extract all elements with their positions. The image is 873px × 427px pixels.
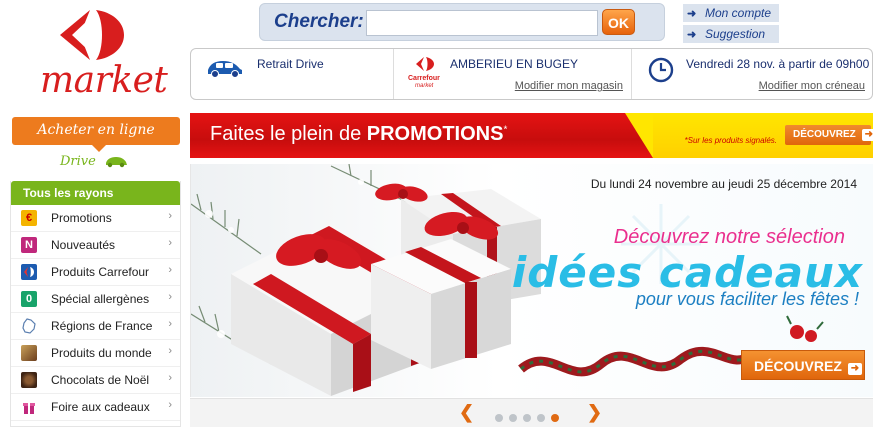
carrefour-small-logo-icon [416,57,434,71]
category-monde[interactable]: Produits du monde › [11,340,180,367]
gift-icon [21,399,37,415]
store-info-bar: Retrait Drive Carrefour market AMBERIEU … [190,48,873,100]
quick-links: ➜ Mon compte ➜ Suggestion [683,4,779,46]
euro-icon: € [21,210,37,226]
carousel-dot[interactable] [537,414,545,422]
chocolate-icon [21,372,37,388]
suggestion-label: Suggestion [705,27,766,41]
promo-bold: PROMOTIONS [366,123,504,145]
category-label: Foire aux cadeaux [51,400,150,414]
hero-slide[interactable]: Du lundi 24 novembre au jeudi 25 décembr… [190,164,873,397]
category-nouveautes[interactable]: N Nouveautés › [11,232,180,259]
promo-asterisk: * [503,124,508,136]
category-label: Produits du monde [51,346,152,360]
carousel-dot[interactable] [509,414,517,422]
store-name: AMBERIEU EN BUGEY [450,57,579,71]
category-label: Régions de France [51,319,153,333]
chevron-right-icon[interactable]: ❯ [587,402,602,423]
arrow-right-icon: ➜ [861,129,873,141]
world-products-icon [21,345,37,361]
arrow-right-icon: ➜ [847,363,862,375]
clock-icon [648,57,674,83]
change-slot-link[interactable]: Modifier mon créneau [759,80,865,92]
chevron-right-icon: › [168,345,172,357]
categories-header: Tous les rayons [11,181,180,205]
hero-discover-button[interactable]: DÉCOUVREZ ➜ [741,350,865,380]
store-info: Carrefour market AMBERIEU EN BUGEY Modif… [393,49,631,99]
chevron-right-icon: › [168,318,172,330]
allergen-icon: 0 [21,291,37,307]
hero-button-label: DÉCOUVREZ [754,358,842,374]
category-regions[interactable]: Régions de France › [11,313,180,340]
carrefour-market-logo[interactable]: market [0,0,185,110]
category-cadeaux[interactable]: Foire aux cadeaux › [11,394,180,421]
carousel-nav: ❮ ❯ [190,398,873,427]
carousel-dot[interactable] [495,414,503,422]
category-produits-carrefour[interactable]: Produits Carrefour › [11,259,180,286]
buy-online-tab[interactable]: Acheter en ligne [12,117,180,152]
drive-link[interactable]: Drive [60,154,128,169]
arrow-right-icon: ➜ [687,29,697,41]
search-label: Chercher: [274,11,364,32]
promo-discover-button[interactable]: DÉCOUVREZ ➜ [785,125,873,145]
hero-line1: Découvrez notre sélection [613,226,845,248]
category-label: Spécial allergènes [51,292,150,306]
category-promotions[interactable]: € Promotions › [11,205,180,232]
chevron-right-icon: › [168,291,172,303]
chevron-left-icon[interactable]: ❮ [459,402,474,423]
category-label: Nouveautés [51,238,116,252]
drive-info[interactable]: Retrait Drive [191,49,393,99]
category-label: Chocolats de Noël [51,373,150,387]
hero-date: Du lundi 24 novembre au jeudi 25 décembr… [590,177,857,191]
promo-prefix: Faites le plein de [210,123,362,145]
car-icon [105,156,127,167]
category-label: Promotions [51,211,112,225]
brand-name: market [40,60,168,101]
category-allergenes[interactable]: 0 Spécial allergènes › [11,286,180,313]
chevron-right-icon: › [168,237,172,249]
category-label: Produits Carrefour [51,265,150,279]
drive-title: Retrait Drive [257,57,324,71]
drive-label: Drive [60,154,96,169]
chevron-right-icon: › [168,399,172,411]
chevron-right-icon: › [168,264,172,276]
carrefour-logo-icon [60,10,124,60]
store-logo-sub: market [415,83,434,89]
chevron-right-icon: › [168,372,172,384]
arrow-right-icon: ➜ [687,8,697,20]
category-chocolats[interactable]: Chocolats de Noël › [11,367,180,394]
store-logo-text: Carrefour [408,75,440,82]
france-map-icon [21,318,37,334]
categories-panel: Tous les rayons € Promotions › N Nouveau… [10,181,181,427]
search-bar: Chercher: OK [259,3,665,41]
change-store-link[interactable]: Modifier mon magasin [515,80,623,92]
promo-footnote: *Sur les produits signalés. [684,136,778,145]
promo-headline: Faites le plein de PROMOTIONS* [210,123,507,146]
carrefour-icon [21,264,37,280]
slot-title: Vendredi 28 nov. à partir de 09h00 [686,57,870,71]
promotions-banner[interactable]: Faites le plein de PROMOTIONS* *Sur les … [190,113,873,158]
carousel-dot-active[interactable] [551,414,559,422]
search-input[interactable] [366,10,598,36]
my-account-link[interactable]: ➜ Mon compte [683,4,779,22]
search-submit-button[interactable]: OK [602,9,635,35]
chevron-right-icon: › [168,210,172,222]
carousel-dots [495,409,565,427]
promo-button-label: DÉCOUVREZ [793,129,856,140]
carousel-dot[interactable] [523,414,531,422]
my-account-label: Mon compte [705,6,772,20]
hero-line3: pour vous faciliter les fêtes ! [635,289,859,309]
slot-info: Vendredi 28 nov. à partir de 09h00 Modif… [631,49,873,99]
suggestion-link[interactable]: ➜ Suggestion [683,25,779,43]
car-icon [208,61,242,78]
new-icon: N [21,237,37,253]
